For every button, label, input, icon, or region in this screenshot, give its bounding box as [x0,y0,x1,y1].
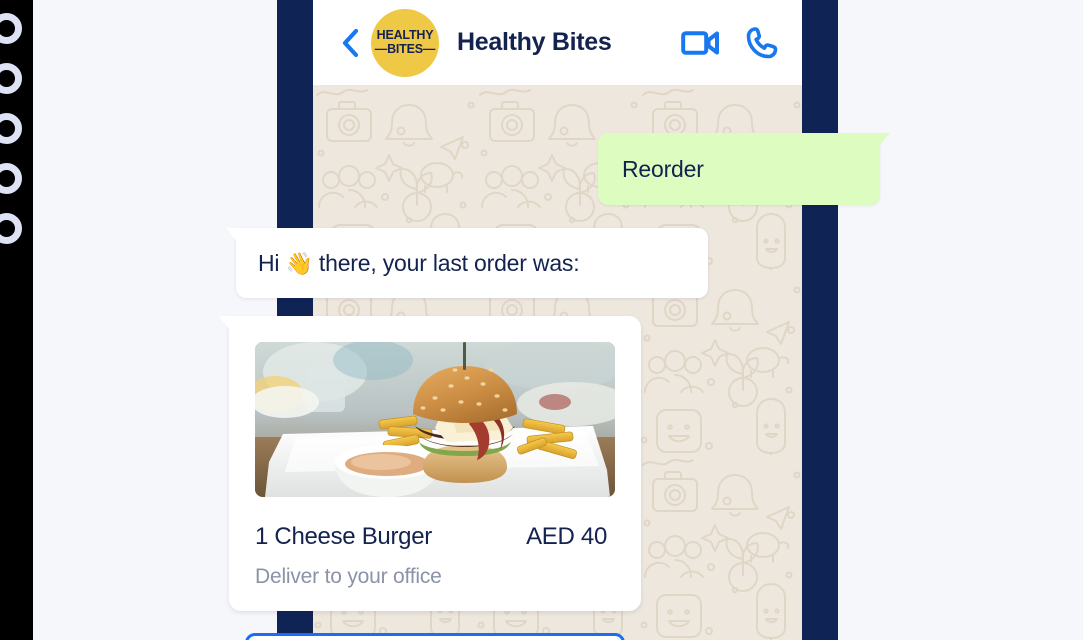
greeting-text-after: there, your last order was: [312,249,580,276]
reorder-cta-button[interactable] [245,633,625,640]
order-item-name: 1 Cheese Burger [255,523,432,550]
bubble-tail [880,133,890,145]
contact-avatar[interactable]: HEALTHY —BITES— [371,8,439,77]
message-bubble-greeting[interactable]: Hi 👋 there, your last order was: [226,228,708,298]
order-item-price: AED 40 [526,523,607,550]
message-text: Hi 👋 there, your last order was: [258,249,580,277]
avatar-line-2: —BITES— [374,41,436,56]
message-text: Reorder [622,155,704,182]
order-delivery-note: Deliver to your office [255,565,442,588]
order-item-row: 1 Cheese Burger AED 40 [255,523,615,551]
spiral-binding-ring [0,113,22,144]
bubble-tail [219,316,229,329]
order-item-image [255,342,615,497]
greeting-text-before: Hi [258,249,286,276]
spiral-binding-ring [0,163,22,194]
phone-call-button[interactable] [746,26,780,60]
cheeseburger-photo [255,342,615,497]
spiral-binding-ring [0,13,22,44]
back-button[interactable] [337,26,363,60]
message-bubble-reorder[interactable]: Reorder [598,133,890,205]
bubble-tail [226,228,236,240]
chat-header: HEALTHY —BITES— Healthy Bites [313,0,802,85]
order-card[interactable]: 1 Cheese Burger AED 40 Deliver to your o… [219,316,641,611]
waving-hand-icon: 👋 [285,250,313,276]
phone-call-icon [746,26,778,58]
chevron-left-icon [342,28,359,57]
spiral-binding-ring [0,213,22,244]
video-call-button[interactable] [681,29,720,57]
notebook-strip [0,0,33,640]
contact-name[interactable]: Healthy Bites [457,28,681,57]
video-call-icon [681,30,719,55]
avatar-line-1: HEALTHY [376,27,434,42]
spiral-binding-ring [0,63,22,94]
